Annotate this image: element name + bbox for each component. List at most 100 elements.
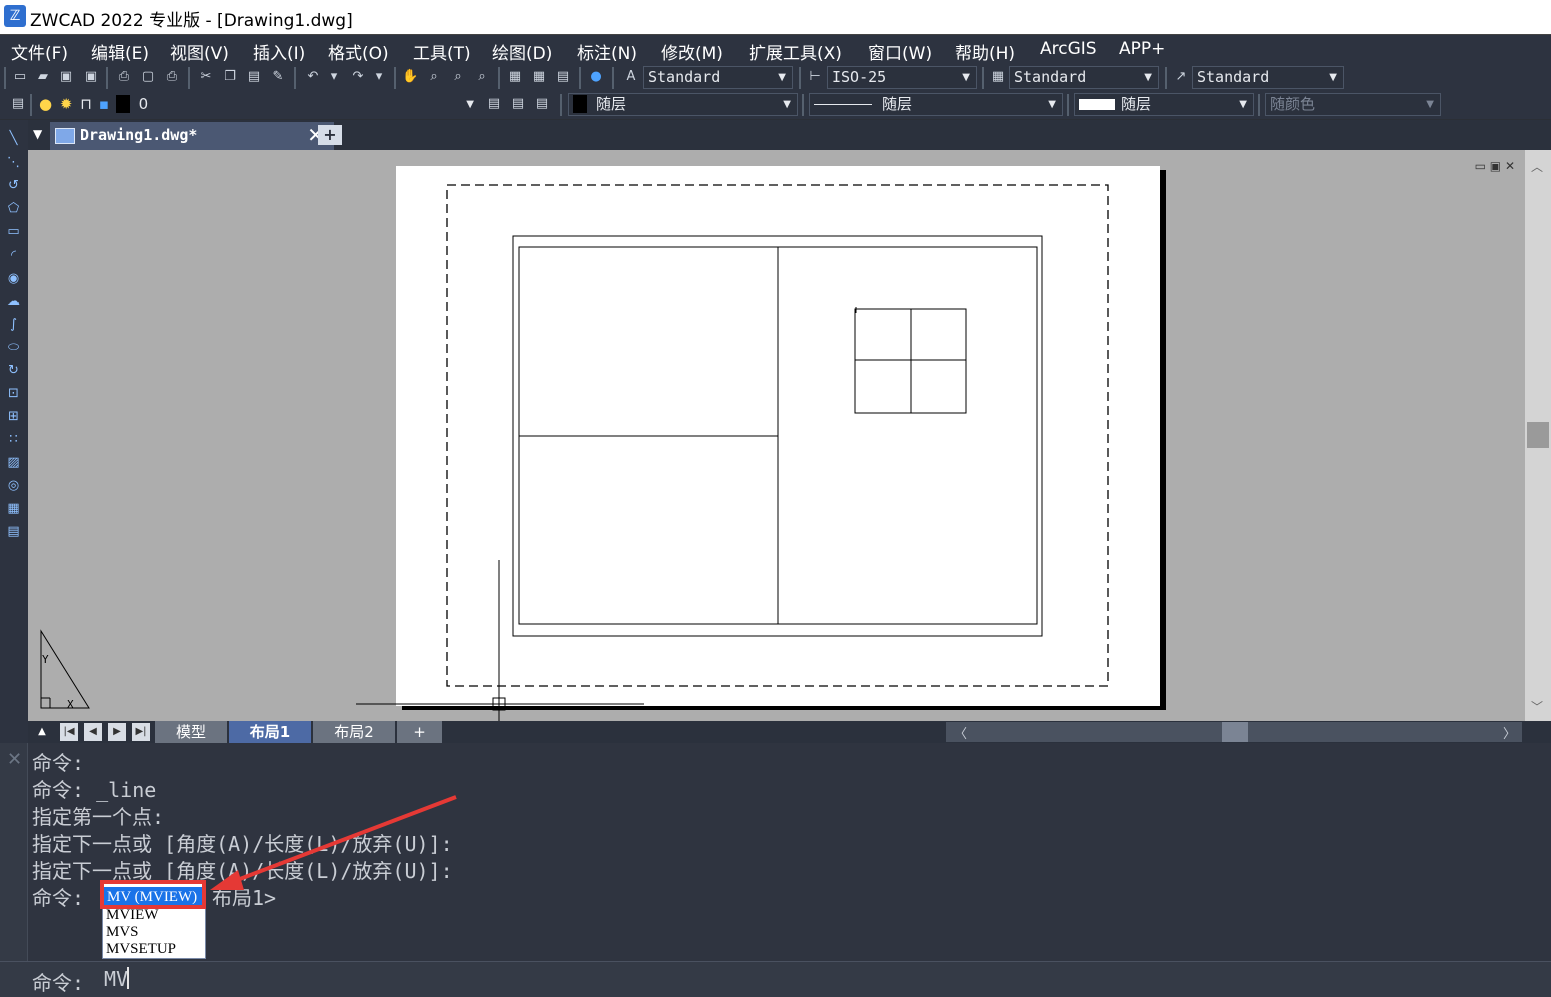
new-file-icon[interactable]: ▭ xyxy=(12,69,28,85)
autocomplete-item[interactable]: MVIEW xyxy=(106,907,159,924)
dimension-style-select[interactable]: ISO-25 ▼ xyxy=(827,66,977,89)
menu-app-plus[interactable]: APP+ xyxy=(1119,39,1165,59)
rectangle-icon[interactable]: ▭ xyxy=(5,223,22,240)
scroll-right-icon[interactable]: 〉 xyxy=(1503,723,1516,742)
zoom-realtime-icon[interactable]: ⌕ xyxy=(426,69,442,85)
zoom-previous-icon[interactable]: ⌕ xyxy=(474,69,490,85)
properties-icon[interactable]: ▦ xyxy=(507,69,523,85)
multileader-style-select[interactable]: Standard ▼ xyxy=(1192,66,1344,89)
copy-icon[interactable]: ❐ xyxy=(222,69,238,85)
tab-list-dropdown-icon[interactable]: ▼ xyxy=(33,127,42,141)
command-input-row[interactable]: 命令: MV xyxy=(0,961,1551,997)
ellipse-icon[interactable]: ⬭ xyxy=(5,339,22,356)
open-folder-icon[interactable]: ▰ xyxy=(35,69,51,85)
zoom-window-icon[interactable]: ⌕ xyxy=(450,69,466,85)
viewport-window-controls[interactable]: ▭ ▣ ✕ xyxy=(1475,159,1515,173)
undo-dropdown-icon[interactable]: ▾ xyxy=(326,69,342,85)
scroll-down-icon[interactable]: ﹀ xyxy=(1531,698,1543,715)
color-select[interactable]: ■ 随层 ▼ xyxy=(568,93,798,116)
arc-icon[interactable]: ◜ xyxy=(5,247,22,264)
layout-next-icon[interactable]: ▶ xyxy=(108,723,126,741)
menu-draw[interactable]: 绘图(D) xyxy=(492,39,552,64)
multiline-text-icon[interactable]: ▤ xyxy=(5,523,22,540)
save-icon[interactable]: ▣ xyxy=(58,69,74,85)
polyline-icon[interactable]: ↺ xyxy=(5,177,22,194)
horizontal-scroll-thumb[interactable] xyxy=(1222,722,1248,742)
design-center-icon[interactable]: ▦ xyxy=(531,69,547,85)
spline-icon[interactable]: ∫ xyxy=(5,316,22,333)
redo-icon[interactable]: ↷ xyxy=(350,69,366,85)
save-as-icon[interactable]: ▣ xyxy=(83,69,99,85)
menu-extension-tools[interactable]: 扩展工具(X) xyxy=(749,39,842,64)
make-block-icon[interactable]: ⊞ xyxy=(5,408,22,425)
construction-line-icon[interactable]: ⋱ xyxy=(5,154,22,171)
help-icon[interactable]: ● xyxy=(588,69,604,85)
menu-format[interactable]: 格式(O) xyxy=(328,39,389,64)
new-tab-button[interactable]: + xyxy=(318,125,342,145)
hatch-icon[interactable]: ▨ xyxy=(5,454,22,471)
region-icon[interactable]: ◎ xyxy=(5,477,22,494)
tab-add-layout[interactable]: + xyxy=(397,721,442,743)
menu-help[interactable]: 帮助(H) xyxy=(955,39,1015,64)
undo-icon[interactable]: ↶ xyxy=(305,69,321,85)
layout-nav-up-icon[interactable]: ▲ xyxy=(33,723,51,741)
document-tab[interactable]: Drawing1.dwg* ✕ xyxy=(50,122,334,150)
plot-style-select[interactable]: 随颜色 ▼ xyxy=(1265,93,1441,116)
plot-icon[interactable]: ⎙ xyxy=(164,69,180,85)
menu-arcgis[interactable]: ArcGIS xyxy=(1040,39,1097,59)
scroll-left-icon[interactable]: 〈 xyxy=(954,723,967,742)
polygon-icon[interactable]: ⬠ xyxy=(5,200,22,217)
cut-icon[interactable]: ✂ xyxy=(198,69,214,85)
layer-state-icon[interactable]: ▤ xyxy=(534,96,550,112)
layout-last-icon[interactable]: ▶| xyxy=(132,723,150,741)
menu-modify[interactable]: 修改(M) xyxy=(661,39,723,64)
linetype-select[interactable]: 随层 ▼ xyxy=(809,93,1063,116)
menu-file[interactable]: 文件(F) xyxy=(11,39,68,64)
autocomplete-item[interactable]: MVS xyxy=(106,924,139,941)
revision-cloud-icon[interactable]: ☁ xyxy=(5,293,22,310)
make-object-layer-current-icon[interactable]: ▤ xyxy=(486,96,502,112)
tab-layout1[interactable]: 布局1 xyxy=(229,721,311,743)
command-input[interactable]: MV xyxy=(104,967,128,991)
layer-select[interactable]: ● ✹ ⊓ ▪ ■ 0 ▼ xyxy=(34,93,481,116)
drawing-canvas[interactable]: Y X ▭ ▣ ✕ xyxy=(28,150,1525,721)
close-command-window-icon[interactable]: ✕ xyxy=(7,749,22,770)
ellipse-arc-icon[interactable]: ↻ xyxy=(5,362,22,379)
table-icon[interactable]: ▦ xyxy=(5,500,22,517)
menu-dimension[interactable]: 标注(N) xyxy=(577,39,637,64)
pan-hand-icon[interactable]: ✋ xyxy=(402,69,418,85)
lineweight-select[interactable]: 随层 ▼ xyxy=(1074,93,1254,116)
print-preview-icon[interactable]: ▢ xyxy=(140,69,156,85)
tab-model[interactable]: 模型 xyxy=(155,721,227,743)
text-style-icon: A xyxy=(626,69,636,84)
redo-dropdown-icon[interactable]: ▾ xyxy=(371,69,387,85)
menu-tools[interactable]: 工具(T) xyxy=(413,39,471,64)
layout-first-icon[interactable]: |◀ xyxy=(60,723,78,741)
table-style-select[interactable]: Standard ▼ xyxy=(1009,66,1159,89)
menu-insert[interactable]: 插入(I) xyxy=(253,39,305,64)
menu-window[interactable]: 窗口(W) xyxy=(868,39,932,64)
layer-thaw-icon: ✹ xyxy=(59,95,73,113)
chevron-down-icon: ▼ xyxy=(1144,72,1152,83)
insert-block-icon[interactable]: ⊡ xyxy=(5,385,22,402)
line-icon[interactable]: ╲ xyxy=(5,130,22,147)
layer-manager-icon[interactable]: ▤ xyxy=(10,96,26,112)
menu-edit[interactable]: 编辑(E) xyxy=(91,39,149,64)
horizontal-scrollbar[interactable]: 〈 〉 xyxy=(946,722,1522,742)
chevron-down-icon: ▼ xyxy=(466,99,474,110)
layout-prev-icon[interactable]: ◀ xyxy=(84,723,102,741)
tab-layout2[interactable]: 布局2 xyxy=(313,721,395,743)
print-icon[interactable]: ⎙ xyxy=(116,69,132,85)
text-style-select[interactable]: Standard ▼ xyxy=(643,66,793,89)
menu-view[interactable]: 视图(V) xyxy=(170,39,229,64)
autocomplete-item[interactable]: MVSETUP xyxy=(106,941,176,958)
paste-icon[interactable]: ▤ xyxy=(246,69,262,85)
scroll-up-icon[interactable]: ︿ xyxy=(1531,158,1543,175)
point-icon[interactable]: ∷ xyxy=(5,431,22,448)
match-properties-icon[interactable]: ✎ xyxy=(270,69,286,85)
circle-icon[interactable]: ◉ xyxy=(5,270,22,287)
tool-palettes-icon[interactable]: ▤ xyxy=(555,69,571,85)
vertical-scroll-thumb[interactable] xyxy=(1527,422,1549,448)
layer-previous-icon[interactable]: ▤ xyxy=(510,96,526,112)
vertical-scrollbar[interactable]: ︿ ﹀ xyxy=(1525,150,1551,721)
